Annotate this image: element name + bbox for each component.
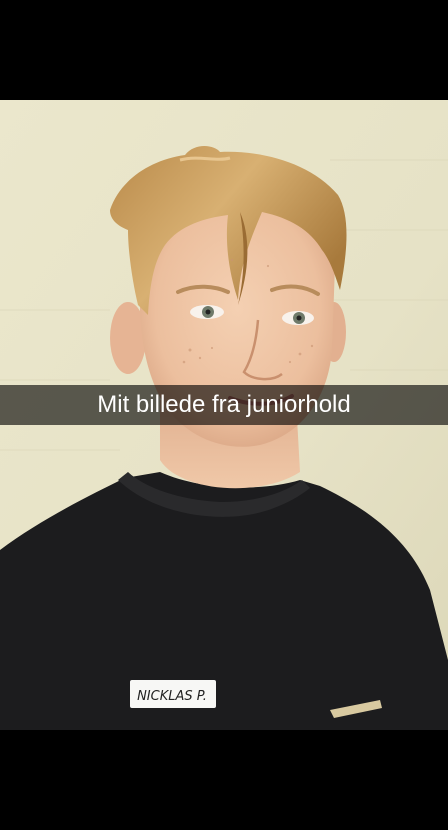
caption-text: Mit billede fra juniorhold	[97, 391, 351, 418]
letterbox-top	[0, 0, 448, 100]
name-tag: NICKLAS P.	[130, 680, 216, 708]
name-tag-text: NICKLAS P.	[137, 689, 207, 704]
caption-bar[interactable]: Mit billede fra juniorhold	[0, 385, 448, 425]
letterbox-bottom	[0, 730, 448, 830]
